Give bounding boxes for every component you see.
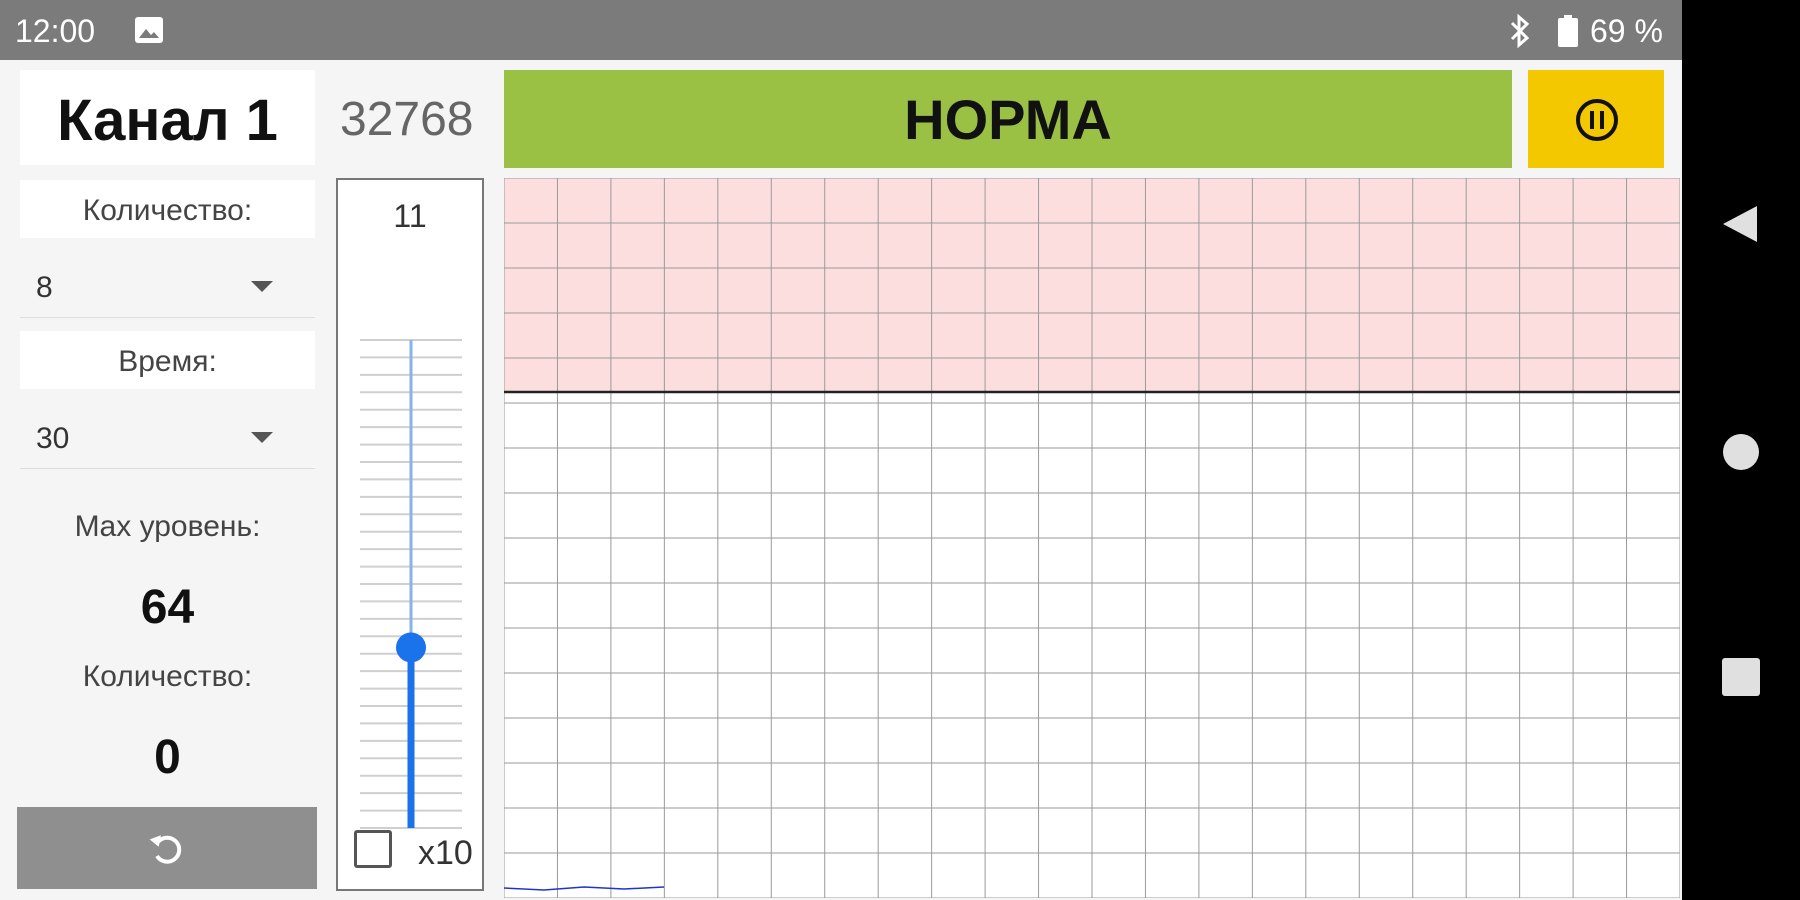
channel-title-box: Канал 1 [20,70,315,165]
navigation-bar [1682,0,1800,900]
refresh-icon [149,829,185,867]
x10-label: x10 [418,834,473,873]
max-level-value: 64 [20,580,315,635]
app-screen: Канал 1 32768 Количество: 8 Время: 30 Ma… [0,60,1682,900]
pause-icon [1574,97,1620,143]
max-level-label: Max уровень: [20,510,315,544]
status-bar: 12:00 69 % [0,0,1682,60]
sensitivity-slider[interactable] [338,180,482,889]
quantity-dropdown-value: 8 [36,271,53,305]
back-icon[interactable] [1719,202,1763,246]
battery-percent: 69 % [1590,13,1663,50]
status-banner-text: НОРМА [504,87,1512,152]
reset-button[interactable] [17,807,317,889]
count-value: 0 [20,730,315,785]
signal-chart [504,178,1680,898]
x10-checkbox[interactable] [354,830,392,868]
counter-value: 32768 [340,92,473,147]
bluetooth-icon [1508,14,1532,48]
time-label: Время: [20,345,315,379]
count-label: Количество: [20,660,315,694]
time-label-box: Время: [20,331,315,389]
status-banner: НОРМА [504,70,1512,168]
quantity-dropdown[interactable]: 8 [20,255,315,318]
home-icon[interactable] [1719,430,1763,474]
sensitivity-slider-panel: 11 x10 [336,178,484,891]
recents-icon[interactable] [1719,655,1763,699]
pause-button[interactable] [1528,70,1664,168]
quantity-label-box: Количество: [20,180,315,238]
slider-thumb[interactable] [396,632,426,662]
time-dropdown-value: 30 [36,422,69,456]
image-icon [134,16,164,44]
battery-icon [1557,14,1579,48]
channel-title: Канал 1 [20,87,315,154]
dropdown-arrow-icon [251,281,273,292]
quantity-label: Количество: [20,194,315,228]
status-time: 12:00 [15,13,95,50]
dropdown-arrow-icon [251,432,273,443]
time-dropdown[interactable]: 30 [20,406,315,469]
